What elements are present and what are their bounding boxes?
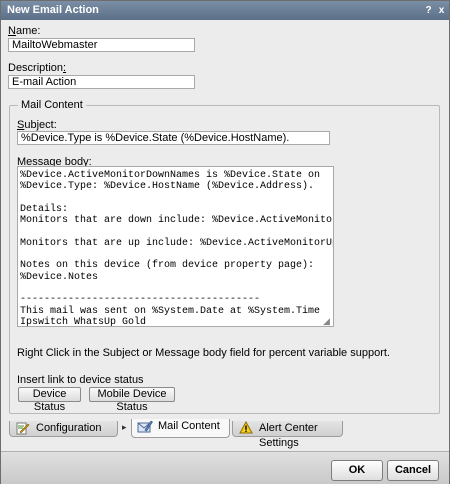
tab-configuration[interactable]: Configuration (9, 421, 118, 437)
variable-hint: Right Click in the Subject or Message bo… (17, 347, 390, 359)
tab-alert-center-settings-label: Alert Center Settings (259, 422, 318, 449)
close-icon[interactable]: x (435, 4, 448, 17)
mobile-device-status-button[interactable]: Mobile Device Status (89, 387, 175, 413)
window-title: New Email Action (7, 4, 99, 16)
pencil-page-icon (15, 421, 31, 436)
tab-mail-content-label: Mail Content (158, 420, 220, 432)
mail-content-group: Mail Content Subject: Message body: %Dev… (9, 99, 440, 414)
description-input[interactable] (8, 75, 195, 89)
subject-input[interactable] (17, 131, 330, 145)
warning-icon (238, 420, 254, 436)
active-tab-arrow-icon: ▸ (122, 422, 127, 432)
subject-label: Subject: (17, 119, 57, 131)
tab-alert-center-settings[interactable]: Alert Center Settings (232, 420, 343, 449)
resize-grip-icon[interactable]: ◢ (323, 316, 333, 326)
ok-button[interactable]: OK (331, 460, 383, 481)
tab-mail-content[interactable]: Mail Content (131, 419, 230, 438)
title-bar[interactable]: New Email Action ? x (1, 1, 449, 20)
name-label: Name: (8, 25, 41, 37)
button-bar: OK Cancel (1, 451, 449, 484)
mail-content-legend: Mail Content (18, 99, 86, 111)
edit-envelope-icon (137, 419, 153, 434)
device-status-button[interactable]: Device Status (18, 387, 81, 413)
cancel-button[interactable]: Cancel (387, 460, 439, 481)
name-input[interactable] (8, 38, 195, 52)
description-label: Description: (8, 62, 67, 74)
dialog-content: Name: Description: Mail Content Subject:… (1, 20, 449, 460)
message-body-textarea[interactable]: %Device.ActiveMonitorDownNames is %Devic… (17, 166, 334, 327)
dialog-window: New Email Action ? x Name: Description: … (0, 0, 450, 484)
tab-strip: Configuration ▸ Mail Content Alert Cente… (1, 419, 449, 449)
tab-configuration-label: Configuration (36, 422, 102, 434)
insert-link-label: Insert link to device status (17, 374, 144, 386)
help-icon[interactable]: ? (422, 4, 435, 17)
